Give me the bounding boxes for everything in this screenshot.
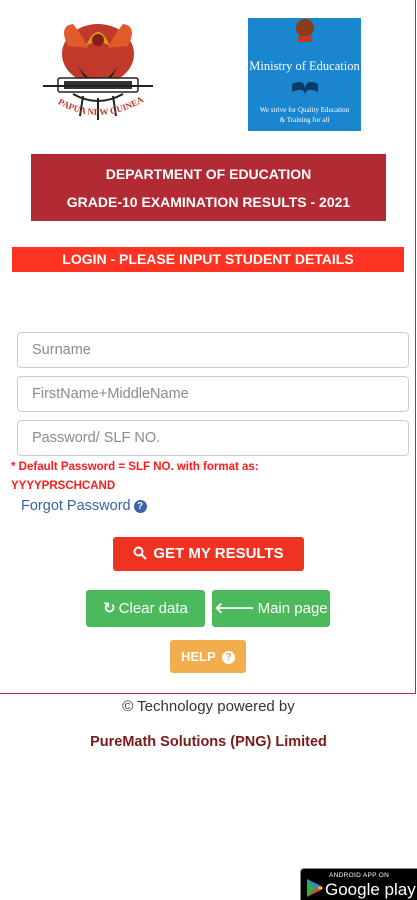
password-input[interactable]: [17, 420, 409, 456]
help-label: HELP: [180, 649, 216, 664]
login-banner: LOGIN - PLEASE INPUT STUDENT DETAILS: [12, 247, 404, 272]
png-emblem-logo: PAPUA NEW GUINEA: [28, 16, 170, 124]
clear-data-label: Clear data: [118, 600, 188, 617]
firstname-input[interactable]: [17, 376, 409, 412]
ministry-motto-line1: We strive for Quality Education: [259, 106, 350, 114]
main-page-button[interactable]: 🡐 Main page: [212, 590, 330, 627]
get-results-label: GET MY RESULTS: [153, 545, 284, 562]
page-title: DEPARTMENT OF EDUCATION GRADE-10 EXAMINA…: [31, 154, 386, 221]
login-panel: PAPUA NEW GUINEA Ministry of Education W…: [0, 0, 416, 694]
company-name: PureMath Solutions (PNG) Limited: [90, 734, 327, 750]
ministry-motto: We strive for Quality Education & Traini…: [248, 105, 361, 125]
password-hint-format: YYYYPRSCHCAND: [11, 480, 116, 492]
get-results-button[interactable]: GET MY RESULTS: [113, 537, 304, 571]
ministry-title: Ministry of Education: [249, 59, 360, 73]
png-emblem-text: PAPUA NEW GUINEA: [57, 94, 146, 117]
department-title: DEPARTMENT OF EDUCATION: [105, 166, 312, 182]
forgot-password-link[interactable]: Forgot Password?: [21, 498, 147, 514]
question-circle-icon: ?: [133, 500, 147, 513]
google-play-badge[interactable]: ANDROID APP ON Google play: [300, 868, 417, 900]
main-page-label: Main page: [257, 600, 328, 617]
svg-text:PAPUA NEW GUINEA: PAPUA NEW GUINEA: [57, 94, 146, 117]
google-play-text: Google play: [325, 880, 416, 899]
password-hint-line1: * Default Password = SLF NO. with format…: [11, 461, 259, 473]
powered-by-text: © Technology powered by: [122, 698, 295, 715]
password-hint: * Default Password = SLF NO. with format…: [11, 458, 311, 496]
refresh-icon: ↻: [103, 600, 116, 617]
help-button[interactable]: HELP ?: [170, 640, 246, 673]
help-question-icon: ?: [222, 651, 236, 664]
google-play-icon: [307, 879, 323, 897]
arrow-left-icon: 🡐: [214, 600, 255, 617]
surname-input[interactable]: [17, 332, 409, 368]
forgot-password-label: Forgot Password: [21, 498, 131, 514]
exam-results-title: GRADE-10 EXAMINATION RESULTS - 2021: [66, 194, 351, 210]
ministry-motto-line2: & Training for all: [279, 116, 330, 124]
android-app-on-text: ANDROID APP ON: [329, 872, 390, 879]
search-icon: [133, 537, 148, 571]
clear-data-button[interactable]: ↻ Clear data: [86, 590, 205, 627]
ministry-of-education-logo: Ministry of Education We strive for Qual…: [248, 18, 361, 131]
